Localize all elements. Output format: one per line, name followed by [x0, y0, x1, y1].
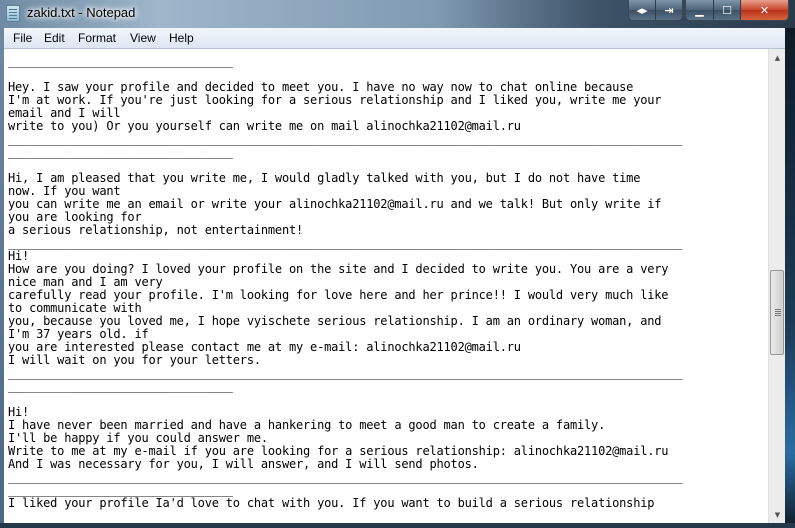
title-bar[interactable]: zakid.txt - Notepad ◂▸ ⇥ ▁ ☐ ✕: [0, 0, 795, 28]
notepad-app-icon: [6, 5, 20, 22]
menu-format[interactable]: Format: [78, 31, 116, 45]
text-editor-area[interactable]: ________________________________ Hey. I …: [4, 49, 768, 523]
window-right-frame: [785, 28, 795, 528]
maximize-button[interactable]: ☐: [714, 0, 741, 20]
menu-help[interactable]: Help: [169, 31, 194, 45]
vertical-scrollbar[interactable]: ▲ ▼: [768, 49, 785, 523]
minimize-button[interactable]: ▁: [686, 0, 714, 20]
resize-arrows-button[interactable]: ◂▸: [629, 0, 656, 20]
close-button[interactable]: ✕: [741, 0, 788, 20]
document-text[interactable]: ________________________________ Hey. I …: [8, 55, 683, 510]
menu-view[interactable]: View: [130, 31, 156, 45]
window-title: zakid.txt - Notepad: [27, 5, 136, 20]
scroll-up-arrow-icon[interactable]: ▲: [769, 49, 786, 66]
notepad-window: zakid.txt - Notepad ◂▸ ⇥ ▁ ☐ ✕ File Edit…: [0, 0, 795, 528]
scrollbar-thumb[interactable]: [770, 270, 784, 355]
pin-exit-button[interactable]: ⇥: [656, 0, 682, 20]
menu-bar: File Edit Format View Help: [4, 28, 791, 49]
grip-icon: [775, 309, 781, 310]
window-bottom-frame: [0, 523, 795, 528]
menu-edit[interactable]: Edit: [44, 31, 65, 45]
window-controls-group: ▁ ☐ ✕: [685, 0, 789, 21]
extra-controls-group: ◂▸ ⇥: [628, 0, 683, 21]
menu-file[interactable]: File: [13, 31, 32, 45]
scroll-down-arrow-icon[interactable]: ▼: [769, 506, 786, 523]
